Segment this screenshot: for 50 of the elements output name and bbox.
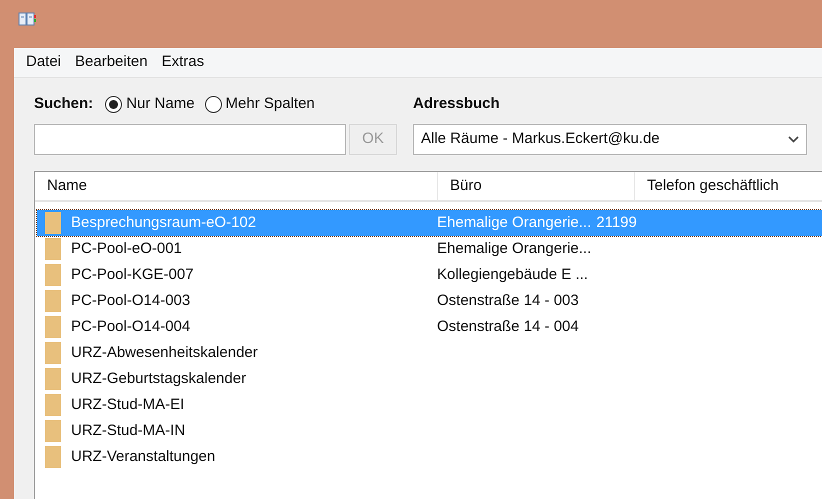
search-label: Suchen: [34,94,94,114]
dropdown-value: Alle Räume - Markus.Eckert@ku.de [421,129,660,150]
column-header[interactable]: Telefon geschäftlich [635,172,822,200]
table-cell-text: Ostenstraße 14 - 003 [437,290,579,311]
table-cell-text: PC-Pool-eO-001 [70,238,183,259]
menu-item[interactable]: Datei [26,51,62,74]
room-icon [45,446,61,468]
address-book-icon [18,11,36,27]
table-cell-text: Kollegiengebäude E ... [437,264,588,285]
room-icon [45,316,61,338]
table-row[interactable]: URZ-Geburtstagskalender [37,366,822,392]
table-row[interactable]: PC-Pool-O14-003 Ostenstraße 14 - 003 [37,288,822,314]
table-row[interactable]: PC-Pool-O14-004 Ostenstraße 14 - 004 [37,314,822,340]
table-cell-text: URZ-Geburtstagskalender [70,368,248,389]
table-cell-text: 21199 [596,212,637,233]
room-icon [45,264,61,286]
column-header[interactable]: Name [35,172,438,200]
table-row[interactable]: URZ-Abwesenheitskalender [37,340,822,366]
table-cell-text: Ehemalige Orangerie... [437,238,592,259]
table-cell-text: PC-Pool-O14-004 [70,316,192,337]
chevron-down-icon [788,136,799,143]
table-row[interactable]: URZ-Stud-MA-IN [37,418,822,444]
table-cell-text: URZ-Stud-MA-IN [70,420,186,441]
table-cell-text: URZ-Veranstaltungen [70,446,216,467]
menu-item[interactable]: Extras [162,51,204,74]
table-cell-text: PC-Pool-KGE-007 [70,264,195,285]
room-icon [45,420,61,442]
table-cell-text: URZ-Abwesenheitskalender [70,342,259,363]
table-row[interactable]: URZ-Veranstaltungen [37,444,822,470]
table-row[interactable]: URZ-Stud-MA-EI [37,392,822,418]
column-header[interactable]: Büro [438,172,635,200]
search-field[interactable] [34,124,346,155]
table-row[interactable]: PC-Pool-eO-001 Ehemalige Orangerie... [37,236,822,262]
room-icon [45,238,61,260]
room-icon [45,368,61,390]
room-icon [45,212,61,234]
table-cell-text: Ehemalige Orangerie... [437,212,592,233]
room-icon [45,290,61,312]
table-cell-text: Ostenstraße 14 - 004 [437,316,579,337]
menu-item[interactable]: Bearbeiten [75,51,148,74]
table-cell-text: PC-Pool-O14-003 [70,290,192,311]
addressbook-dropdown[interactable]: Alle Räume - Markus.Eckert@ku.de [413,124,807,155]
radio-option[interactable]: Mehr Spalten [204,92,315,116]
room-icon [45,394,61,416]
room-icon [45,342,61,364]
radio-option[interactable]: Nur Name [105,92,195,116]
table-row[interactable]: PC-Pool-KGE-007 Kollegiengebäude E ... [37,262,822,288]
table-cell-text: URZ-Stud-MA-EI [70,394,186,415]
addressbook-label: Adressbuch [413,94,501,114]
table-cell-text: Besprechungsraum-eO-102 [70,212,258,233]
